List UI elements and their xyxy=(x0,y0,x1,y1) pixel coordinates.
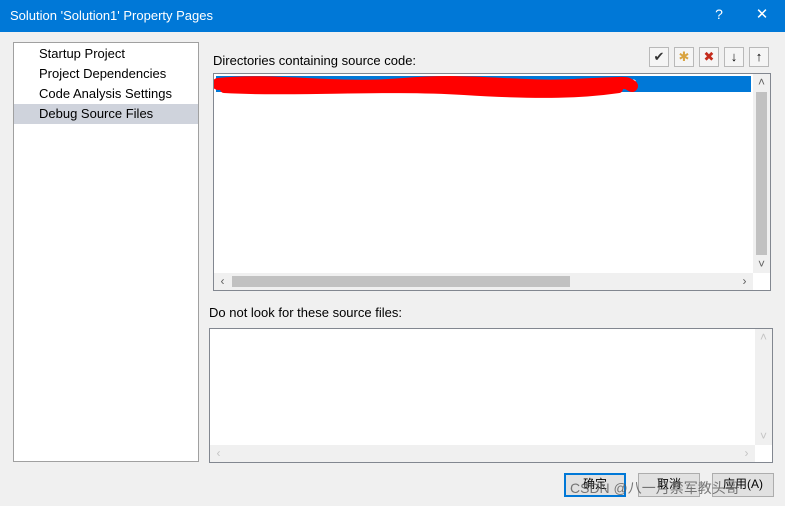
horizontal-scrollbar[interactable]: ‹ › xyxy=(210,445,755,462)
scroll-up-icon[interactable]: ˄ xyxy=(753,74,770,91)
scrollbar-thumb[interactable] xyxy=(756,92,767,255)
horizontal-scrollbar[interactable]: ‹ › xyxy=(214,273,753,290)
scroll-down-icon[interactable]: ˅ xyxy=(753,256,770,273)
scroll-left-icon[interactable]: ‹ xyxy=(210,445,227,462)
property-nav-list: Startup Project Project Dependencies Cod… xyxy=(13,42,199,462)
new-folder-icon[interactable]: ✱ xyxy=(674,47,694,67)
scroll-down-icon[interactable]: ˅ xyxy=(755,428,772,445)
nav-item-debug-source-files[interactable]: Debug Source Files xyxy=(14,104,198,124)
move-up-icon[interactable]: ↑ xyxy=(749,47,769,67)
nav-item-code-analysis-settings[interactable]: Code Analysis Settings xyxy=(14,84,198,104)
vertical-scrollbar[interactable]: ˄ ˅ xyxy=(755,329,772,445)
source-dirs-list[interactable]: 3 ˄ ˅ ‹ › xyxy=(213,73,771,291)
exclude-files-label: Do not look for these source files: xyxy=(209,305,402,320)
delete-icon[interactable]: ✖ xyxy=(699,47,719,67)
scroll-right-icon[interactable]: › xyxy=(736,273,753,290)
title-bar: Solution 'Solution1' Property Pages ? ✕ xyxy=(0,0,785,32)
checkmark-icon[interactable]: ✔ xyxy=(649,47,669,67)
scroll-right-icon[interactable]: › xyxy=(738,445,755,462)
nav-item-startup-project[interactable]: Startup Project xyxy=(14,44,198,64)
redaction-scribble xyxy=(214,76,638,98)
scrollbar-thumb[interactable] xyxy=(232,276,570,287)
source-dirs-label: Directories containing source code: xyxy=(213,53,417,68)
move-down-icon[interactable]: ↓ xyxy=(724,47,744,67)
exclude-files-textbox[interactable]: ˄ ˅ ‹ › xyxy=(209,328,773,463)
vertical-scrollbar[interactable]: ˄ ˅ xyxy=(753,74,770,273)
help-button[interactable]: ? xyxy=(712,6,726,26)
scroll-up-icon[interactable]: ˄ xyxy=(755,329,772,346)
watermark: CSDN @八一月禁军教头哥 xyxy=(570,480,740,496)
nav-item-project-dependencies[interactable]: Project Dependencies xyxy=(14,64,198,84)
close-button[interactable]: ✕ xyxy=(752,5,772,27)
window-title: Solution 'Solution1' Property Pages xyxy=(10,8,213,23)
scroll-left-icon[interactable]: ‹ xyxy=(214,273,231,290)
